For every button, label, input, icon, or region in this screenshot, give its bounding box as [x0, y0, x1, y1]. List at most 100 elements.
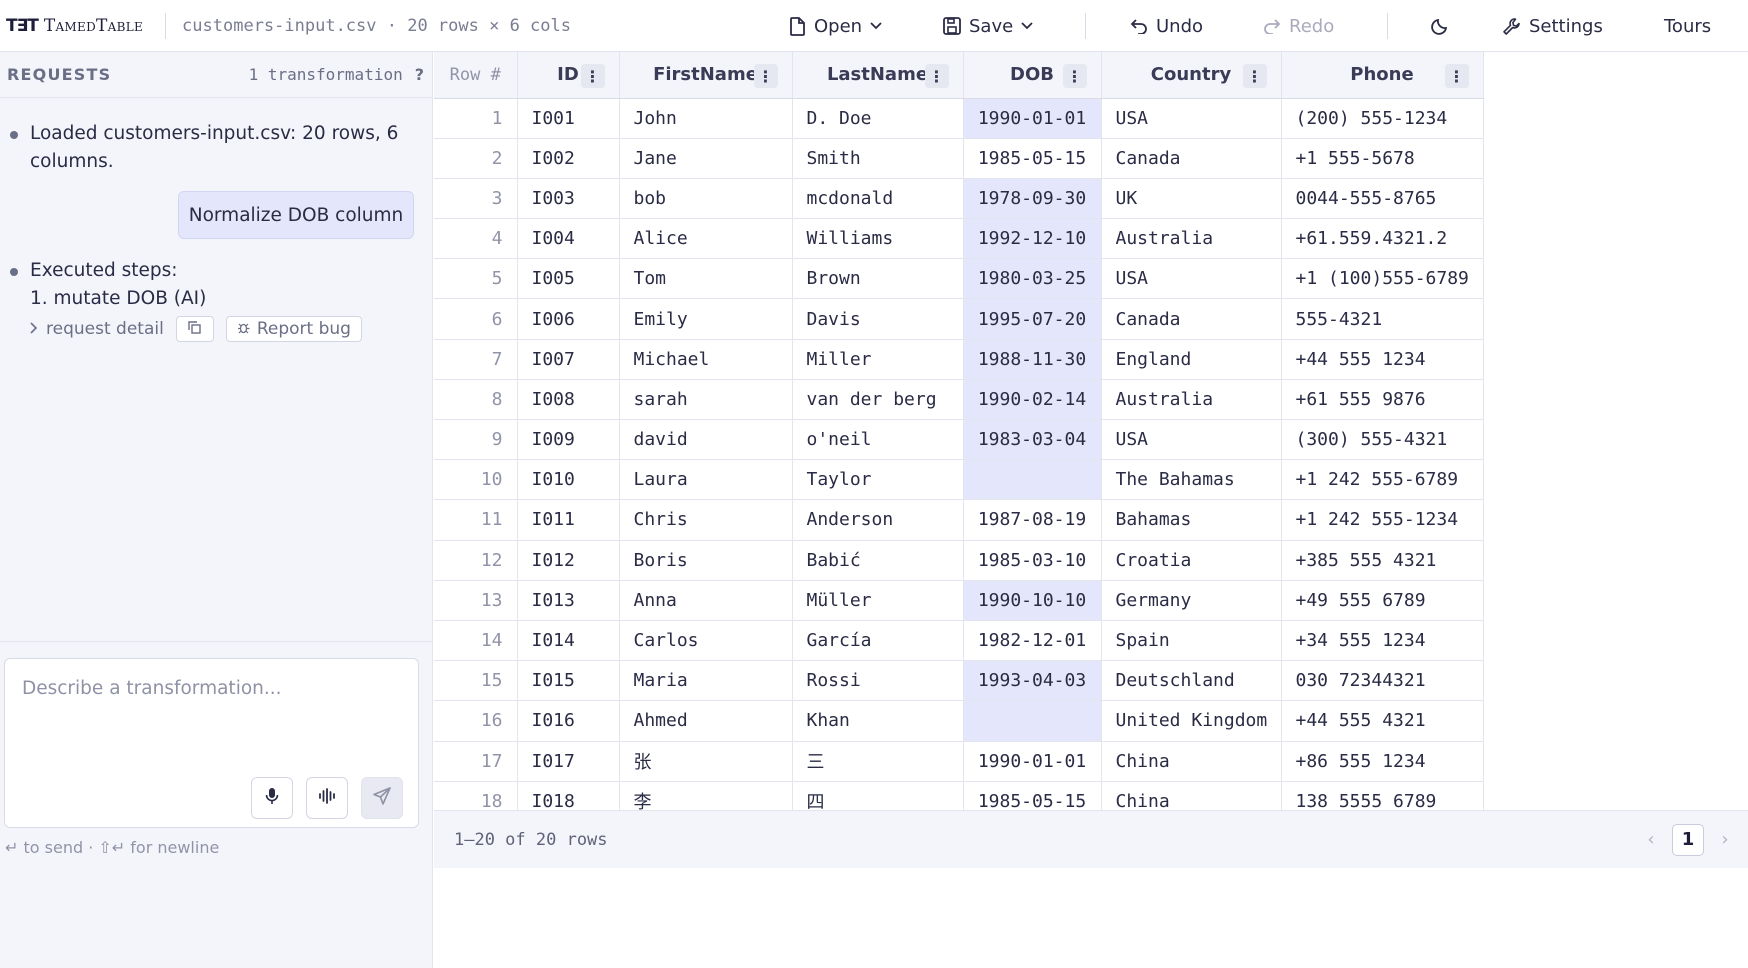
phone-cell[interactable]: 138 5555 6789	[1281, 781, 1484, 810]
country-cell[interactable]: Canada	[1101, 138, 1282, 179]
country-cell[interactable]: Spain	[1101, 620, 1282, 662]
country-cell[interactable]: USA	[1101, 98, 1282, 139]
voice-mode-button[interactable]	[306, 777, 348, 819]
dob-cell[interactable]: 1982-12-01	[963, 620, 1102, 662]
country-cell[interactable]: Deutschland	[1101, 660, 1282, 702]
id-cell[interactable]: I017	[517, 741, 620, 782]
phone-cell[interactable]: +385 555 4321	[1281, 540, 1484, 581]
transformation-input[interactable]: Describe a transformation...	[4, 658, 419, 828]
country-cell[interactable]: China	[1101, 741, 1282, 782]
phone-cell[interactable]: +61 555 9876	[1281, 379, 1484, 421]
dob-cell[interactable]: 1978-09-30	[963, 178, 1102, 220]
undo-button[interactable]: Undo	[1130, 0, 1203, 52]
phone-cell[interactable]: +44 555 4321	[1281, 700, 1484, 742]
id-cell[interactable]: I011	[517, 499, 620, 541]
table-row[interactable]: 2 I002 Jane Smith 1985-05-15 Canada +1 555-567…	[434, 138, 1484, 179]
phone-cell[interactable]: 0044-555-8765	[1281, 178, 1484, 220]
id-cell[interactable]: I014	[517, 620, 620, 662]
table-row[interactable]: 5 I005 Tom Brown 1980-03-25 USA +1 (100)555-67…	[434, 258, 1484, 300]
firstname-cell[interactable]: bob	[619, 178, 793, 220]
country-cell[interactable]: Canada	[1101, 298, 1282, 340]
phone-cell[interactable]: 555-4321	[1281, 298, 1484, 340]
id-cell[interactable]: I008	[517, 379, 620, 421]
header-lastname[interactable]: LastName ⋮	[792, 52, 964, 99]
id-cell[interactable]: I007	[517, 339, 620, 380]
phone-cell[interactable]: +1 242 555-6789	[1281, 459, 1484, 501]
lastname-cell[interactable]: Miller	[792, 339, 964, 380]
firstname-cell[interactable]: Emily	[619, 298, 793, 340]
id-cell[interactable]: I018	[517, 781, 620, 810]
firstname-cell[interactable]: Anna	[619, 580, 793, 621]
dob-cell[interactable]: 1992-12-10	[963, 218, 1102, 260]
table-row[interactable]: 4 I004 Alice Williams 1992-12-10 Australia +61…	[434, 218, 1484, 260]
id-cell[interactable]: I010	[517, 459, 620, 501]
dob-cell[interactable]: 1985-03-10	[963, 540, 1102, 581]
country-cell[interactable]: Croatia	[1101, 540, 1282, 581]
id-cell[interactable]: I016	[517, 700, 620, 742]
firstname-cell[interactable]: Chris	[619, 499, 793, 541]
phone-cell[interactable]: (300) 555-4321	[1281, 419, 1484, 461]
firstname-cell[interactable]: Maria	[619, 660, 793, 702]
dob-cell[interactable]: 1995-07-20	[963, 298, 1102, 340]
dob-cell[interactable]: 1988-11-30	[963, 339, 1102, 380]
phone-cell[interactable]: +49 555 6789	[1281, 580, 1484, 621]
lastname-cell[interactable]: Williams	[792, 218, 964, 260]
lastname-cell[interactable]: Brown	[792, 258, 964, 300]
country-cell[interactable]: United Kingdom	[1101, 700, 1282, 742]
id-cell[interactable]: I001	[517, 98, 620, 139]
phone-cell[interactable]: +34 555 1234	[1281, 620, 1484, 662]
firstname-cell[interactable]: sarah	[619, 379, 793, 421]
lastname-cell[interactable]: 四	[792, 781, 964, 810]
tours-button[interactable]: Tours	[1664, 0, 1711, 52]
table-row[interactable]: 9 I009 david o'neil 1983-03-04 USA (300) 555-4…	[434, 419, 1484, 461]
dob-cell[interactable]: 1983-03-04	[963, 419, 1102, 461]
firstname-cell[interactable]: 张	[619, 741, 793, 782]
dob-cell[interactable]: 1990-02-14	[963, 379, 1102, 421]
country-cell[interactable]: USA	[1101, 258, 1282, 300]
header-phone[interactable]: Phone ⋮	[1281, 52, 1484, 99]
id-cell[interactable]: I015	[517, 660, 620, 702]
phone-cell[interactable]: +1 242 555-1234	[1281, 499, 1484, 541]
firstname-cell[interactable]: 李	[619, 781, 793, 810]
firstname-cell[interactable]: Laura	[619, 459, 793, 501]
lastname-cell[interactable]: Khan	[792, 700, 964, 742]
brand[interactable]: T∃T TamedTable	[0, 0, 143, 51]
table-row[interactable]: 12 I012 Boris Babić 1985-03-10 Croatia +385 55…	[434, 540, 1484, 581]
dob-cell[interactable]: 1985-05-15	[963, 138, 1102, 179]
column-menu-icon[interactable]: ⋮	[1062, 64, 1087, 88]
firstname-cell[interactable]: Alice	[619, 218, 793, 260]
id-cell[interactable]: I004	[517, 218, 620, 260]
header-dob[interactable]: DOB ⋮	[963, 52, 1102, 99]
dob-cell[interactable]: 1990-01-01	[963, 741, 1102, 782]
column-menu-icon[interactable]: ⋮	[924, 64, 949, 88]
phone-cell[interactable]: +44 555 1234	[1281, 339, 1484, 380]
lastname-cell[interactable]: Taylor	[792, 459, 964, 501]
firstname-cell[interactable]: John	[619, 98, 793, 139]
report-bug-button[interactable]: Report bug	[225, 316, 362, 342]
country-cell[interactable]: Australia	[1101, 218, 1282, 260]
country-cell[interactable]: UK	[1101, 178, 1282, 220]
firstname-cell[interactable]: Ahmed	[619, 700, 793, 742]
help-icon[interactable]: ?	[415, 65, 424, 84]
send-button[interactable]	[361, 777, 403, 819]
lastname-cell[interactable]: van der berg	[792, 379, 964, 421]
lastname-cell[interactable]: D. Doe	[792, 98, 964, 139]
id-cell[interactable]: I006	[517, 298, 620, 340]
country-cell[interactable]: China	[1101, 781, 1282, 810]
chevron-right-icon[interactable]: ›	[1714, 829, 1736, 850]
country-cell[interactable]: Germany	[1101, 580, 1282, 621]
country-cell[interactable]: The Bahamas	[1101, 459, 1282, 501]
dob-cell[interactable]: 1980-03-25	[963, 258, 1102, 300]
id-cell[interactable]: I013	[517, 580, 620, 621]
firstname-cell[interactable]: Tom	[619, 258, 793, 300]
firstname-cell[interactable]: Jane	[619, 138, 793, 179]
table-row[interactable]: 11 I011 Chris Anderson 1987-08-19 Bahamas +1 2…	[434, 499, 1484, 541]
lastname-cell[interactable]: Anderson	[792, 499, 964, 541]
phone-cell[interactable]: +61.559.4321.2	[1281, 218, 1484, 260]
redo-button[interactable]: Redo	[1263, 0, 1334, 52]
lastname-cell[interactable]: Smith	[792, 138, 964, 179]
column-menu-icon[interactable]: ⋮	[1444, 64, 1469, 88]
id-cell[interactable]: I003	[517, 178, 620, 220]
dob-cell[interactable]: 1990-01-01	[963, 98, 1102, 139]
country-cell[interactable]: England	[1101, 339, 1282, 380]
